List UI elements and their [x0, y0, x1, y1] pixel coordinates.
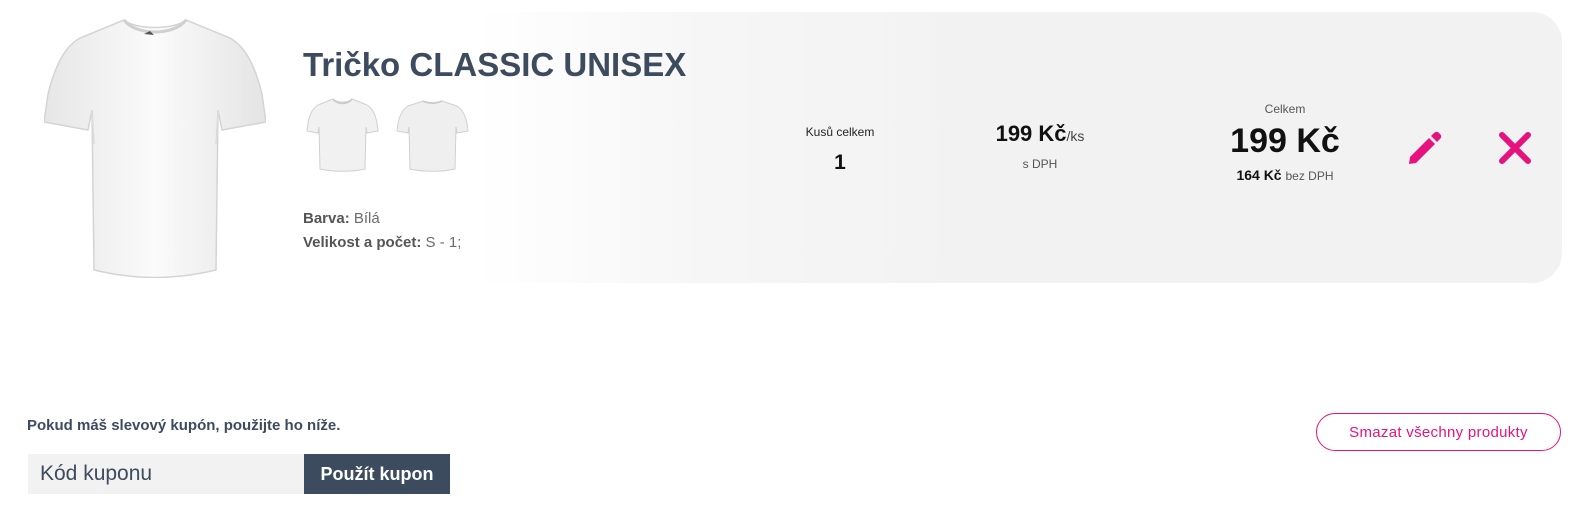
- close-icon: [1499, 132, 1531, 164]
- unit-price-value: 199 Kč: [995, 121, 1067, 146]
- quantity-value: 1: [834, 151, 846, 174]
- pencil-icon: [1409, 131, 1442, 164]
- tshirt-front-thumbnail-icon: [306, 98, 379, 172]
- total-price: 199 Kč: [1230, 122, 1340, 160]
- total-price-block: Celkem 199 Kč 164 Kč bez DPH: [1200, 102, 1370, 183]
- coupon-code-input[interactable]: [28, 454, 304, 494]
- attribute-size-label: Velikost a počet:: [303, 234, 422, 251]
- edit-item-button[interactable]: [1405, 130, 1443, 168]
- product-thumbnail-back[interactable]: [395, 93, 470, 175]
- attribute-color-label: Barva:: [303, 210, 350, 227]
- unit-price-block: 199 Kč/ks s DPH: [960, 121, 1120, 171]
- product-main-image[interactable]: [43, 14, 267, 279]
- tshirt-back-thumbnail-icon: [396, 100, 469, 172]
- attribute-color: Barva: Bílá: [303, 210, 380, 227]
- unit-price: 199 Kč/ks: [960, 121, 1120, 147]
- clear-cart-button[interactable]: Smazat všechny produkty: [1316, 413, 1561, 451]
- total-net-price: 164 Kč: [1236, 167, 1282, 183]
- product-thumbnail-front[interactable]: [305, 93, 380, 175]
- total-net-line: 164 Kč bez DPH: [1200, 167, 1370, 183]
- attribute-size-quantity: Velikost a počet: S - 1;: [303, 234, 461, 251]
- unit-price-vat-note: s DPH: [1022, 157, 1058, 171]
- attribute-size-value: S - 1;: [425, 234, 462, 251]
- product-title[interactable]: Tričko CLASSIC UNISEX: [303, 46, 686, 84]
- apply-coupon-button[interactable]: Použít kupon: [304, 454, 450, 494]
- quantity-label: Kusů celkem: [805, 125, 875, 139]
- coupon-hint: Pokud máš slevový kupón, použijte ho níž…: [27, 417, 341, 434]
- remove-item-button[interactable]: [1496, 129, 1534, 167]
- total-label: Celkem: [1264, 102, 1306, 116]
- attribute-color-value: Bílá: [353, 210, 380, 227]
- total-net-label: bez DPH: [1285, 169, 1334, 183]
- quantity-block: Kusů celkem 1: [790, 125, 890, 175]
- tshirt-front-icon: [43, 18, 267, 279]
- unit-price-suffix: /ks: [1066, 128, 1085, 144]
